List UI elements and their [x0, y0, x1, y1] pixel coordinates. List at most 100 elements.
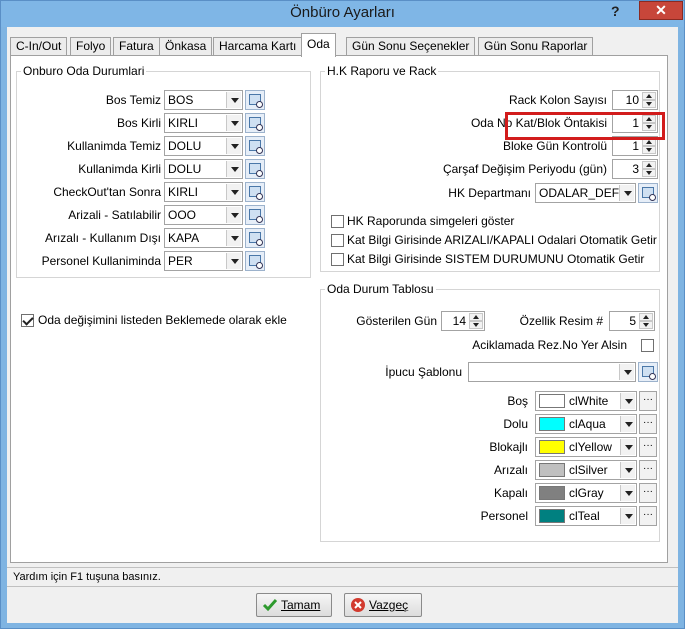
- chevron-down-icon[interactable]: [620, 485, 635, 501]
- chevron-down-icon[interactable]: [226, 138, 241, 154]
- auto-faulty-checkbox[interactable]: [331, 234, 344, 247]
- color-kapali-combo[interactable]: clGray: [535, 483, 637, 503]
- rez-no-label[interactable]: Aciklamada Rez.No Yer Alsin: [431, 338, 627, 352]
- cancel-button[interactable]: Vazgeç: [344, 593, 422, 617]
- tab-gun-sonu-raporlar[interactable]: Gün Sonu Raporlar: [478, 37, 594, 56]
- spin-down-icon[interactable]: [642, 169, 656, 177]
- personel-kullaniminda-combo[interactable]: PER: [164, 251, 243, 271]
- chevron-down-icon[interactable]: [226, 230, 241, 246]
- lookup-icon[interactable]: [245, 90, 265, 110]
- color-blokajli-label: Blokajlı: [489, 440, 528, 454]
- spin-down-icon[interactable]: [642, 146, 656, 154]
- color-personel-combo[interactable]: clTeal: [535, 506, 637, 526]
- auto-faulty-label[interactable]: Kat Bilgi Girisinde ARIZALI/KAPALI Odala…: [347, 233, 657, 247]
- help-button[interactable]: ?: [611, 3, 620, 19]
- sheet-period-spinner[interactable]: 3: [612, 159, 658, 179]
- ellipsis-button[interactable]: ···: [639, 414, 657, 434]
- ellipsis-button[interactable]: ···: [639, 506, 657, 526]
- auto-system-checkbox[interactable]: [331, 253, 344, 266]
- lookup-icon[interactable]: [245, 251, 265, 271]
- lookup-icon[interactable]: [638, 362, 658, 382]
- chevron-down-icon[interactable]: [226, 92, 241, 108]
- room-change-label[interactable]: Oda değişimini listeden Beklemede olarak…: [38, 313, 287, 327]
- color-dolu-combo[interactable]: clAqua: [535, 414, 637, 434]
- chevron-down-icon[interactable]: [619, 364, 634, 380]
- ellipsis-button[interactable]: ···: [639, 437, 657, 457]
- auto-system-label[interactable]: Kat Bilgi Girisinde SISTEM DURUMUNU Otom…: [347, 252, 644, 266]
- bos-temiz-label: Bos Temiz: [105, 93, 161, 107]
- chevron-down-icon[interactable]: [226, 115, 241, 131]
- ok-button[interactable]: Tamam: [256, 593, 332, 617]
- checkout-sonra-combo[interactable]: KIRLI: [164, 182, 243, 202]
- hk-icons-label[interactable]: HK Raporunda simgeleri göster: [347, 214, 514, 228]
- bos-temiz-combo[interactable]: BOS: [164, 90, 243, 110]
- lookup-icon[interactable]: [245, 113, 265, 133]
- spin-up-icon[interactable]: [642, 161, 656, 169]
- dialog-window: Önbüro Ayarları ? ✕ C-In/Out Folyo Fatur…: [0, 0, 685, 629]
- lookup-icon[interactable]: [245, 136, 265, 156]
- color-arizali-label: Arızalı: [493, 463, 528, 477]
- kullanimda-kirli-combo[interactable]: DOLU: [164, 159, 243, 179]
- chevron-down-icon[interactable]: [620, 393, 635, 409]
- chevron-down-icon[interactable]: [226, 184, 241, 200]
- color-bos-label: Boş: [507, 394, 528, 408]
- rack-columns-spinner[interactable]: 10: [612, 90, 658, 110]
- color-arizali-combo[interactable]: clSilver: [535, 460, 637, 480]
- shown-days-label: Gösterilen Gün: [356, 314, 437, 328]
- rack-columns-label: Rack Kolon Sayısı: [508, 93, 607, 107]
- kullanimda-temiz-combo[interactable]: DOLU: [164, 136, 243, 156]
- tab-onkasa[interactable]: Önkasa: [159, 37, 213, 56]
- lookup-icon[interactable]: [638, 183, 658, 203]
- rez-no-checkbox[interactable]: [641, 339, 654, 352]
- color-bos-combo[interactable]: clWhite: [535, 391, 637, 411]
- title-bar: Önbüro Ayarları ? ✕: [1, 1, 684, 27]
- arizali-satilabilir-combo[interactable]: OOO: [164, 205, 243, 225]
- checkmark-icon: [262, 599, 278, 612]
- tip-template-combo[interactable]: [468, 362, 636, 382]
- kullanimda-temiz-label: Kullanimda Temiz: [67, 139, 161, 153]
- tab-harcama-karti[interactable]: Harcama Kartı: [213, 37, 303, 56]
- window-title: Önbüro Ayarları: [290, 4, 395, 21]
- chevron-down-icon[interactable]: [620, 416, 635, 432]
- lookup-icon[interactable]: [245, 205, 265, 225]
- department-combo[interactable]: ODALAR_DEF: [535, 183, 636, 203]
- dialog-client: C-In/Out Folyo Fatura Önkasa Harcama Kar…: [7, 27, 678, 623]
- arizali-kullanim-disi-label: Arızalı - Kullanım Dışı: [44, 231, 161, 245]
- chevron-down-icon[interactable]: [226, 207, 241, 223]
- chevron-down-icon[interactable]: [620, 462, 635, 478]
- tab-oda[interactable]: Oda: [301, 33, 336, 57]
- feature-image-label: Özellik Resim #: [519, 314, 603, 328]
- chevron-down-icon[interactable]: [620, 439, 635, 455]
- tab-gun-sonu-secenekler[interactable]: Gün Sonu Seçenekler: [346, 37, 476, 56]
- spin-up-icon[interactable]: [642, 92, 656, 100]
- spin-up-icon[interactable]: [469, 313, 483, 321]
- lookup-icon[interactable]: [245, 182, 265, 202]
- shown-days-spinner[interactable]: 14: [441, 311, 485, 331]
- ellipsis-button[interactable]: ···: [639, 391, 657, 411]
- rack-columns-highlight: [505, 112, 665, 140]
- chevron-down-icon[interactable]: [226, 253, 241, 269]
- chevron-down-icon[interactable]: [619, 185, 634, 201]
- arizali-kullanim-disi-combo[interactable]: KAPA: [164, 228, 243, 248]
- tab-folyo[interactable]: Folyo: [70, 37, 112, 56]
- color-swatch: [539, 463, 565, 477]
- bos-kirli-combo[interactable]: KIRLI: [164, 113, 243, 133]
- spin-down-icon[interactable]: [639, 321, 653, 329]
- chevron-down-icon[interactable]: [620, 508, 635, 524]
- close-button[interactable]: ✕: [639, 1, 683, 20]
- spin-down-icon[interactable]: [642, 100, 656, 108]
- hk-icons-checkbox[interactable]: [331, 215, 344, 228]
- lookup-icon[interactable]: [245, 159, 265, 179]
- room-change-checkbox[interactable]: [21, 314, 34, 327]
- tab-fatura[interactable]: Fatura: [113, 37, 160, 56]
- chevron-down-icon[interactable]: [226, 161, 241, 177]
- bos-kirli-label: Bos Kirli: [116, 116, 161, 130]
- color-blokajli-combo[interactable]: clYellow: [535, 437, 637, 457]
- spin-down-icon[interactable]: [469, 321, 483, 329]
- lookup-icon[interactable]: [245, 228, 265, 248]
- tab-c-in-out[interactable]: C-In/Out: [10, 37, 68, 56]
- ellipsis-button[interactable]: ···: [639, 460, 657, 480]
- spin-up-icon[interactable]: [639, 313, 653, 321]
- feature-image-spinner[interactable]: 5: [609, 311, 655, 331]
- ellipsis-button[interactable]: ···: [639, 483, 657, 503]
